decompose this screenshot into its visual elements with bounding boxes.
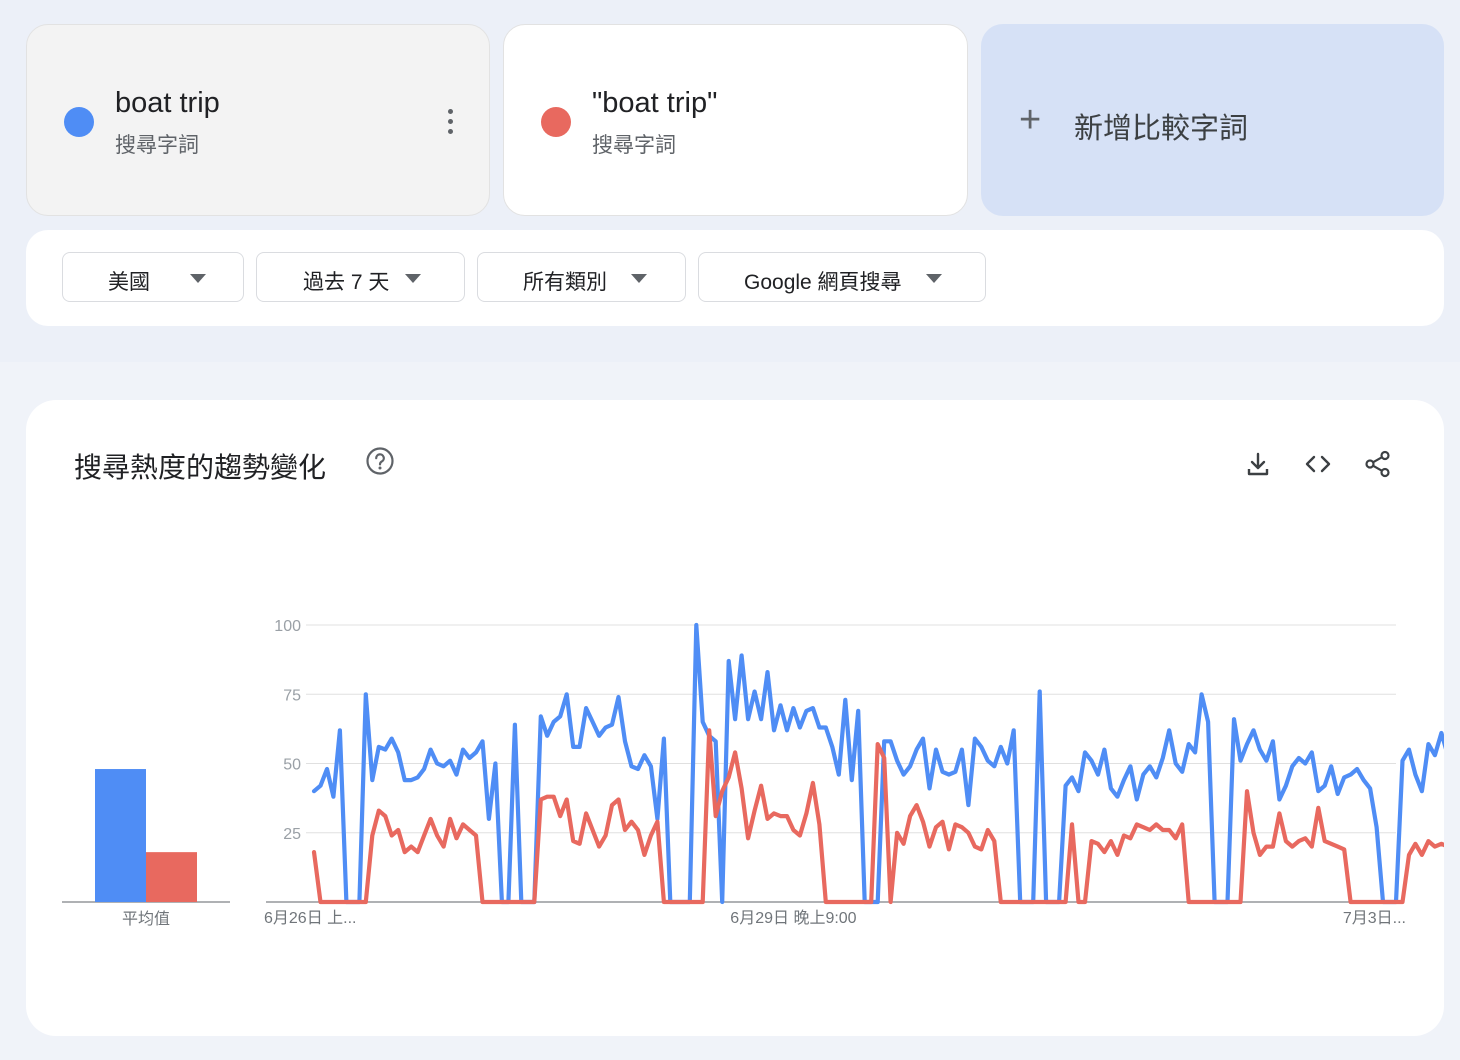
filter-time-label: 過去 7 天 (303, 271, 390, 294)
filter-bar: 美國 過去 7 天 所有類別 Google 網頁搜尋 (26, 230, 1444, 326)
add-term-label: 新增比較字詞 (1074, 113, 1249, 145)
x-tick-label: 6月29日 晚上9:00 (730, 909, 856, 927)
filter-category-label: 所有類別 (523, 271, 607, 294)
x-tick-label: 7月3日... (1343, 910, 1406, 927)
filter-category[interactable]: 所有類別 (477, 252, 686, 302)
y-tick-label: 75 (283, 687, 301, 704)
term-name: "boat trip" (592, 87, 718, 119)
y-tick-label: 25 (283, 826, 301, 843)
y-tick-label: 50 (283, 757, 301, 774)
average-bar-2 (146, 852, 197, 902)
average-label: 平均值 (122, 910, 170, 928)
term-name: boat trip (115, 87, 220, 119)
filter-search-type[interactable]: Google 網頁搜尋 (698, 252, 986, 302)
series-color-dot (64, 107, 94, 137)
term-type: 搜尋字詞 (592, 134, 676, 157)
term-card-boat-trip-quoted[interactable]: "boat trip" 搜尋字詞 (503, 24, 968, 216)
term-card-boat-trip[interactable]: boat trip 搜尋字詞 (26, 24, 490, 216)
dropdown-caret-icon (190, 274, 206, 283)
dropdown-caret-icon (631, 274, 647, 283)
add-compare-term-button[interactable]: + 新增比較字詞 (981, 24, 1444, 216)
plus-icon: + (1019, 99, 1042, 141)
filter-region-label: 美國 (108, 271, 150, 294)
filter-time-range[interactable]: 過去 7 天 (256, 252, 465, 302)
term-type: 搜尋字詞 (115, 134, 199, 157)
x-tick-label: 6月26日 上... (264, 909, 356, 927)
average-bar-1 (95, 769, 146, 902)
filter-search-type-label: Google 網頁搜尋 (744, 271, 902, 294)
dropdown-caret-icon (405, 274, 421, 283)
more-options-icon[interactable] (445, 109, 455, 137)
y-tick-label: 100 (274, 618, 301, 635)
interest-over-time-card: 搜尋熱度的趨勢變化 25 50 75 100 6月26日 上... 6月29日 晚上9:0… (26, 400, 1444, 1036)
series-color-dot (541, 107, 571, 137)
dropdown-caret-icon (926, 274, 942, 283)
chart-canvas: 25 50 75 100 6月26日 上... 6月29日 晚上9:00 7月3日... 平均… (62, 618, 1444, 928)
filter-region[interactable]: 美國 (62, 252, 244, 302)
